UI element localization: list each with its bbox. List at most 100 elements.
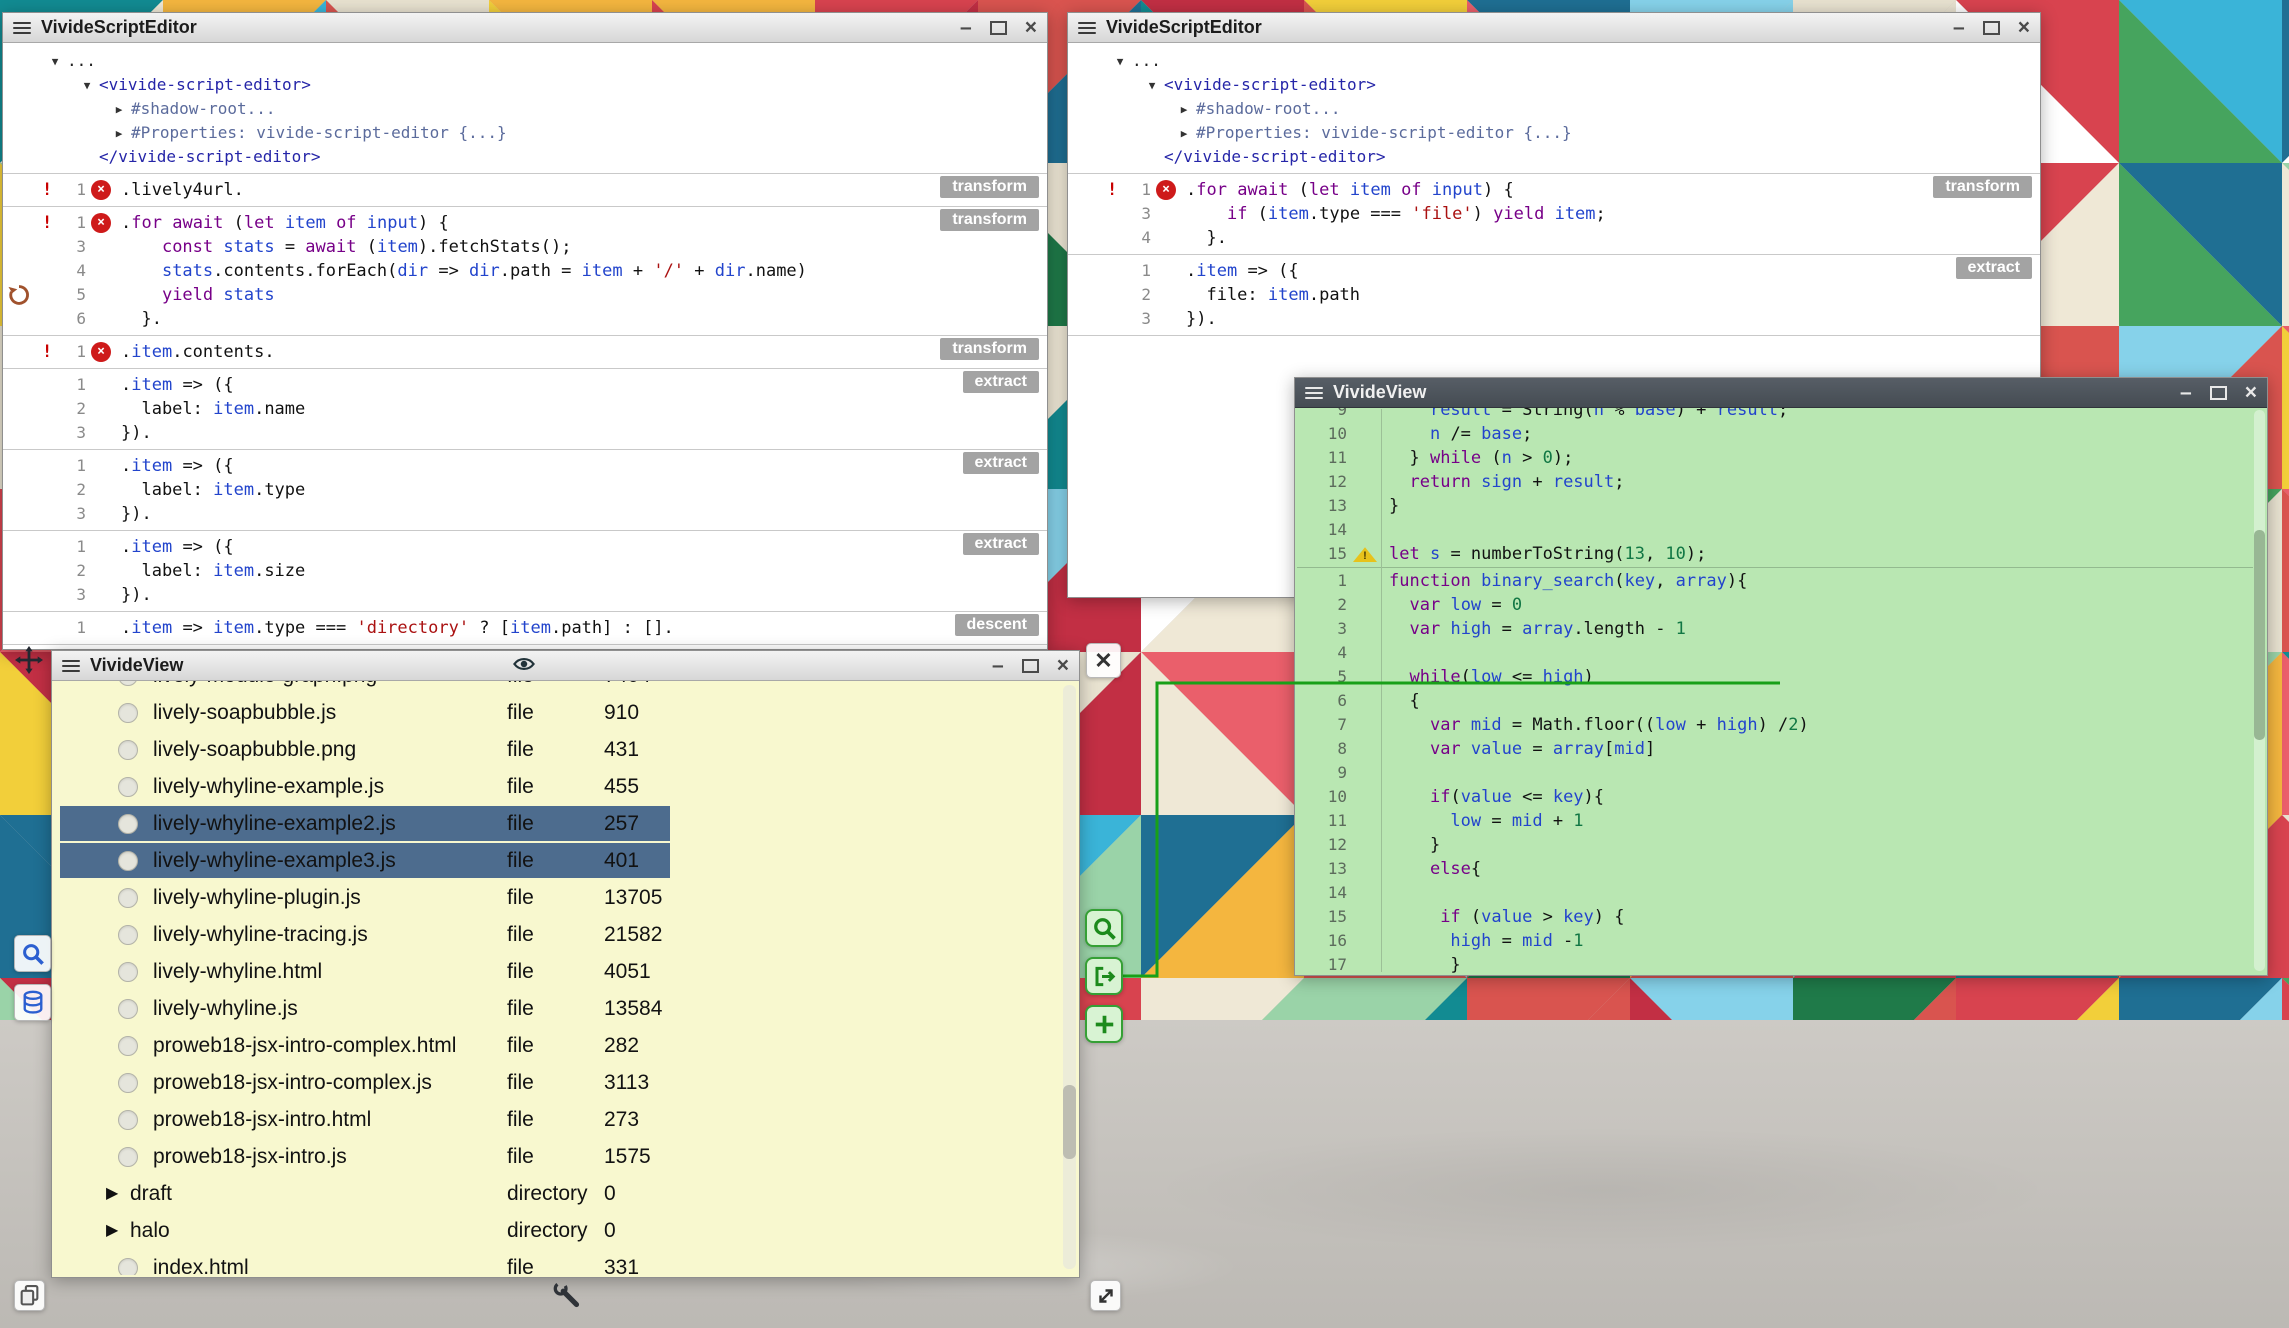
menu-icon[interactable] xyxy=(1078,19,1096,37)
file-row[interactable]: lively-whyline.jsfile13584 xyxy=(54,990,1061,1027)
code-line[interactable]: 13 else{ xyxy=(1297,857,2253,881)
menu-icon[interactable] xyxy=(1305,384,1323,402)
menu-icon[interactable] xyxy=(13,19,31,37)
search-button[interactable] xyxy=(14,935,51,972)
code-line[interactable]: 4 stats.contents.forEach(dir => dir.path… xyxy=(3,259,1047,283)
code-line[interactable]: 1.item => ({ xyxy=(3,454,1047,478)
code-view-content[interactable]: 9 result = String(n % base) + result;10 … xyxy=(1297,408,2253,973)
code-line[interactable]: 4 }. xyxy=(1068,226,2040,250)
maximize-button[interactable] xyxy=(1983,21,2000,35)
connect-output-button[interactable] xyxy=(1085,957,1123,995)
configure-button[interactable] xyxy=(553,1281,581,1309)
copy-button[interactable] xyxy=(14,1280,45,1311)
maximize-button[interactable] xyxy=(990,21,1007,35)
code-line[interactable]: 5 while(low <= high) xyxy=(1297,665,2253,689)
titlebar[interactable]: VivideView – × xyxy=(1295,378,2267,408)
expand-directory-icon[interactable]: ▶ xyxy=(106,1175,118,1212)
script-step[interactable]: transform!1×.for await (let item of inpu… xyxy=(3,207,1047,336)
code-line[interactable]: 3}). xyxy=(3,421,1047,445)
expand-icon[interactable]: ▶ xyxy=(107,98,131,121)
minimize-button[interactable]: – xyxy=(1953,13,1965,43)
tree-node[interactable]: ▼<vivide-script-editor> xyxy=(1068,73,2040,97)
titlebar[interactable]: VivideScriptEditor – × xyxy=(1068,13,2040,43)
maximize-button[interactable] xyxy=(2210,386,2227,400)
script-step[interactable]: extract1.item => ({2 file: item.path3}). xyxy=(1068,255,2040,336)
code-line[interactable]: !1×.item.contents. xyxy=(3,340,1047,364)
collapse-icon[interactable]: ▼ xyxy=(1108,50,1132,73)
scrollbar-thumb[interactable] xyxy=(2254,530,2265,740)
collapse-icon[interactable]: ▼ xyxy=(75,74,99,97)
code-line[interactable]: 17 } xyxy=(1297,953,2253,973)
script-step[interactable]: transform!1×.for await (let item of inpu… xyxy=(1068,174,2040,255)
add-view-button[interactable] xyxy=(1085,1005,1123,1043)
code-line[interactable]: 2 label: item.size xyxy=(3,559,1047,583)
code-line[interactable]: 1.item => ({ xyxy=(3,373,1047,397)
file-row[interactable]: lively-module-graph.pngfile7404 xyxy=(54,681,1061,694)
tree-node[interactable]: ▼... xyxy=(1068,49,2040,73)
code-line[interactable]: 15 if (value > key) { xyxy=(1297,905,2253,929)
code-line[interactable]: !1×.for await (let item of input) { xyxy=(3,211,1047,235)
code-line[interactable]: 15!let s = numberToString(13, 10); xyxy=(1297,542,2253,566)
code-line[interactable]: 3 if (item.type === 'file') yield item; xyxy=(1068,202,2040,226)
scrollbar[interactable] xyxy=(2254,410,2265,971)
file-row[interactable]: lively-whyline-example.jsfile455 xyxy=(54,768,1061,805)
file-row[interactable]: lively-soapbubble.pngfile431 xyxy=(54,731,1061,768)
file-row[interactable]: lively-whyline-example3.jsfile401 xyxy=(54,842,1061,879)
scrollbar[interactable] xyxy=(1063,685,1076,1269)
code-line[interactable]: 12 } xyxy=(1297,833,2253,857)
file-row[interactable]: lively-whyline.htmlfile4051 xyxy=(54,953,1061,990)
tree-node[interactable]: ▶#shadow-root... xyxy=(1068,97,2040,121)
close-button[interactable]: × xyxy=(2245,378,2257,408)
code-line[interactable]: 6 { xyxy=(1297,689,2253,713)
data-source-button[interactable] xyxy=(14,984,51,1021)
code-line[interactable]: 6 }. xyxy=(3,307,1047,331)
code-line[interactable]: 12 return sign + result; xyxy=(1297,470,2253,494)
file-row[interactable]: proweb18-jsx-intro.htmlfile273 xyxy=(54,1101,1061,1138)
code-line[interactable]: 13} xyxy=(1297,494,2253,518)
code-line[interactable]: 8 var value = array[mid] xyxy=(1297,737,2253,761)
titlebar[interactable]: VivideScriptEditor – × xyxy=(3,13,1047,43)
close-button[interactable]: × xyxy=(1057,651,1069,681)
script-step[interactable]: descent1.item => item.type === 'director… xyxy=(3,612,1047,645)
code-line[interactable]: 10 if(value <= key){ xyxy=(1297,785,2253,809)
script-step[interactable]: transform!1×.lively4url. xyxy=(3,174,1047,207)
file-row[interactable]: proweb18-jsx-intro-complex.htmlfile282 xyxy=(54,1027,1061,1064)
tree-node[interactable]: ▼... xyxy=(3,49,1047,73)
expand-icon[interactable]: ▶ xyxy=(1172,122,1196,145)
titlebar[interactable]: VivideView – × xyxy=(52,651,1079,681)
minimize-button[interactable]: – xyxy=(2180,378,2192,408)
script-step[interactable]: transform!1×.item.contents. xyxy=(3,336,1047,369)
code-line[interactable]: 11 } while (n > 0); xyxy=(1297,446,2253,470)
code-line[interactable]: 1.item => ({ xyxy=(1068,259,2040,283)
code-line[interactable]: 4 xyxy=(1297,641,2253,665)
menu-icon[interactable] xyxy=(62,657,80,675)
minimize-button[interactable]: – xyxy=(992,651,1004,681)
tree-node[interactable]: ▶#shadow-root... xyxy=(3,97,1047,121)
eye-icon[interactable] xyxy=(512,654,536,678)
code-line[interactable]: 2 label: item.type xyxy=(3,478,1047,502)
replay-icon[interactable] xyxy=(7,283,31,307)
code-line[interactable]: 3 var high = array.length - 1 xyxy=(1297,617,2253,641)
code-line[interactable]: 9 result = String(n % base) + result; xyxy=(1297,408,2253,422)
file-row[interactable]: lively-whyline-tracing.jsfile21582 xyxy=(54,916,1061,953)
code-line[interactable]: 10 n /= base; xyxy=(1297,422,2253,446)
maximize-button[interactable] xyxy=(1022,659,1039,673)
code-line[interactable]: 3 const stats = await (item).fetchStats(… xyxy=(3,235,1047,259)
code-line[interactable]: 9 xyxy=(1297,761,2253,785)
view-search-button[interactable] xyxy=(1085,909,1123,947)
minimize-button[interactable]: – xyxy=(960,13,972,43)
tree-node[interactable]: ▶#Properties: vivide-script-editor {...} xyxy=(1068,121,2040,145)
code-line[interactable]: 2 file: item.path xyxy=(1068,283,2040,307)
expand-icon[interactable]: ▶ xyxy=(107,122,131,145)
code-line[interactable]: 3}). xyxy=(3,583,1047,607)
move-handle-icon[interactable] xyxy=(14,645,44,675)
halo-close-button[interactable]: ✕ xyxy=(1086,643,1121,678)
expand-icon[interactable]: ▶ xyxy=(1172,98,1196,121)
directory-row[interactable]: ▶halodirectory0 xyxy=(54,1212,1061,1249)
collapse-icon[interactable]: ▼ xyxy=(43,50,67,73)
code-line[interactable]: 7 var mid = Math.floor((low + high) /2) xyxy=(1297,713,2253,737)
code-line[interactable]: 14 xyxy=(1297,881,2253,905)
code-line[interactable]: 3}). xyxy=(3,502,1047,526)
code-line[interactable]: 2 var low = 0 xyxy=(1297,593,2253,617)
directory-row[interactable]: ▶draftdirectory0 xyxy=(54,1175,1061,1212)
